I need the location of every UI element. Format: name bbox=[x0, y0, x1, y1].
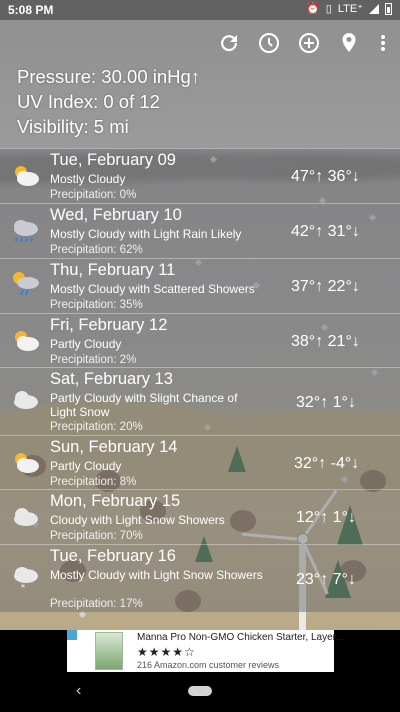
forecast-day: Sun, February 14 bbox=[50, 438, 178, 456]
forecast-condition: Mostly Cloudy with Light Rain Likely bbox=[50, 227, 242, 241]
svg-text:*: * bbox=[21, 583, 25, 591]
forecast-day: Wed, February 10 bbox=[50, 206, 182, 224]
forecast-precipitation: Precipitation: 62% bbox=[50, 244, 143, 256]
partly-cloudy-icon bbox=[15, 166, 39, 186]
forecast-precipitation: Precipitation: 35% bbox=[50, 299, 143, 311]
forecast-row[interactable]: Thu, February 11 Mostly Cloudy with Scat… bbox=[0, 258, 400, 313]
ad-reviews: 216 Amazon.com customer reviews bbox=[137, 660, 280, 670]
forecast-row[interactable]: Fri, February 12 Partly Cloudy Precipita… bbox=[0, 313, 400, 367]
forecast-list: Tue, February 09 Mostly Cloudy Precipita… bbox=[0, 148, 400, 612]
alarm-icon: ⏰ bbox=[306, 3, 320, 15]
forecast-condition: Mostly Cloudy with Light Snow Showers bbox=[50, 568, 263, 582]
forecast-temps: 23°↑ 7°↓ bbox=[296, 571, 356, 588]
forecast-day: Mon, February 15 bbox=[50, 492, 181, 510]
navigation-bar: ‹ bbox=[0, 674, 400, 712]
ad-banner[interactable]: Manna Pro Non-GMO Chicken Starter, Layer… bbox=[67, 630, 344, 672]
history-clock-icon bbox=[259, 33, 279, 53]
cloud-snow-icon: * bbox=[14, 567, 38, 591]
forecast-day: Fri, February 12 bbox=[50, 316, 168, 334]
forecast-precipitation: Precipitation: 20% bbox=[50, 421, 143, 433]
battery-icon bbox=[385, 2, 392, 15]
forecast-day: Thu, February 11 bbox=[50, 261, 176, 279]
forecast-condition: Mostly Cloudy bbox=[50, 172, 126, 186]
forecast-temps: 32°↑ 1°↓ bbox=[296, 394, 356, 411]
back-icon[interactable]: ‹ bbox=[76, 682, 81, 700]
forecast-day: Sat, February 13 bbox=[50, 370, 173, 388]
pressure-text: Pressure: 30.00 inHg↑ bbox=[17, 66, 201, 87]
uv-index-text: UV Index: 0 of 12 bbox=[17, 91, 160, 112]
weather-screen: 5:08 PM ⏰ ▯ LTE⁺ Pressure: 30.00 inHg↑ U… bbox=[0, 0, 400, 712]
toolbar bbox=[216, 30, 390, 56]
forecast-row[interactable]: Mon, February 15 Cloudy with Light Snow … bbox=[0, 489, 400, 544]
forecast-condition: Partly Cloudy with Slight Chance of Ligh… bbox=[50, 391, 238, 419]
forecast-precipitation: Precipitation: 2% bbox=[50, 354, 137, 366]
forecast-precipitation: Precipitation: 8% bbox=[50, 476, 137, 488]
history-button[interactable] bbox=[256, 30, 282, 56]
overflow-menu-button[interactable] bbox=[376, 30, 390, 56]
status-bar: 5:08 PM ⏰ ▯ LTE⁺ bbox=[0, 0, 400, 20]
forecast-temps: 32°↑ -4°↓ bbox=[294, 455, 360, 472]
location-button[interactable] bbox=[336, 30, 362, 56]
network-label: LTE⁺ bbox=[337, 3, 363, 15]
forecast-condition: Partly Cloudy bbox=[50, 459, 122, 473]
snowflake bbox=[78, 610, 87, 619]
vibrate-icon: ▯ bbox=[325, 3, 332, 15]
forecast-row[interactable]: * Tue, February 16 Mostly Cloudy with Li… bbox=[0, 544, 400, 612]
refresh-button[interactable] bbox=[216, 30, 242, 56]
cloud-icon bbox=[14, 508, 38, 526]
add-location-button[interactable] bbox=[296, 30, 322, 56]
forecast-precipitation: Precipitation: 17% bbox=[50, 598, 143, 610]
forecast-row[interactable]: Tue, February 09 Mostly Cloudy Precipita… bbox=[0, 148, 400, 203]
forecast-row[interactable]: Wed, February 10 Mostly Cloudy with Ligh… bbox=[0, 203, 400, 258]
home-pill-icon[interactable] bbox=[188, 686, 212, 696]
forecast-condition: Partly Cloudy bbox=[50, 337, 122, 351]
forecast-temps: 37°↑ 22°↓ bbox=[291, 278, 360, 295]
visibility-text: Visibility: 5 mi bbox=[17, 116, 129, 137]
forecast-row[interactable]: Sat, February 13 Partly Cloudy with Slig… bbox=[0, 367, 400, 435]
forecast-precipitation: Precipitation: 0% bbox=[50, 189, 137, 201]
partly-cloudy-icon bbox=[15, 331, 39, 351]
forecast-condition: Mostly Cloudy with Scattered Showers bbox=[50, 282, 255, 296]
status-icons: ⏰ ▯ LTE⁺ bbox=[306, 2, 392, 15]
forecast-precipitation: Precipitation: 70% bbox=[50, 530, 143, 542]
forecast-condition: Cloudy with Light Snow Showers bbox=[50, 513, 225, 527]
forecast-temps: 38°↑ 21°↓ bbox=[291, 333, 360, 350]
ad-title: Manna Pro Non-GMO Chicken Starter, Layer… bbox=[137, 632, 344, 643]
cloud-icon bbox=[14, 391, 38, 409]
ad-choices-icon[interactable] bbox=[67, 630, 77, 640]
forecast-temps: 12°↑ 1°↓ bbox=[296, 509, 356, 526]
current-conditions: Pressure: 30.00 inHg↑ UV Index: 0 of 12 … bbox=[17, 64, 200, 139]
refresh-icon bbox=[221, 35, 238, 52]
status-time: 5:08 PM bbox=[8, 3, 54, 17]
partly-cloudy-icon bbox=[15, 453, 39, 473]
forecast-row[interactable]: Sun, February 14 Partly Cloudy Precipita… bbox=[0, 435, 400, 489]
forecast-day: Tue, February 16 bbox=[50, 547, 176, 565]
ad-product-image bbox=[95, 632, 123, 670]
add-location-icon bbox=[299, 33, 319, 53]
forecast-day: Tue, February 09 bbox=[50, 151, 176, 169]
forecast-temps: 47°↑ 36°↓ bbox=[291, 168, 360, 185]
ad-rating-stars: ★★★★☆ bbox=[137, 645, 196, 659]
signal-icon bbox=[369, 3, 379, 14]
sun-cloud-showers-icon bbox=[13, 272, 39, 296]
cloud-rain-icon bbox=[14, 220, 38, 243]
ad-area: Manna Pro Non-GMO Chicken Starter, Layer… bbox=[0, 630, 400, 674]
forecast-temps: 42°↑ 31°↓ bbox=[291, 223, 360, 240]
location-pin-icon bbox=[342, 33, 356, 52]
more-vert-icon bbox=[381, 35, 385, 51]
